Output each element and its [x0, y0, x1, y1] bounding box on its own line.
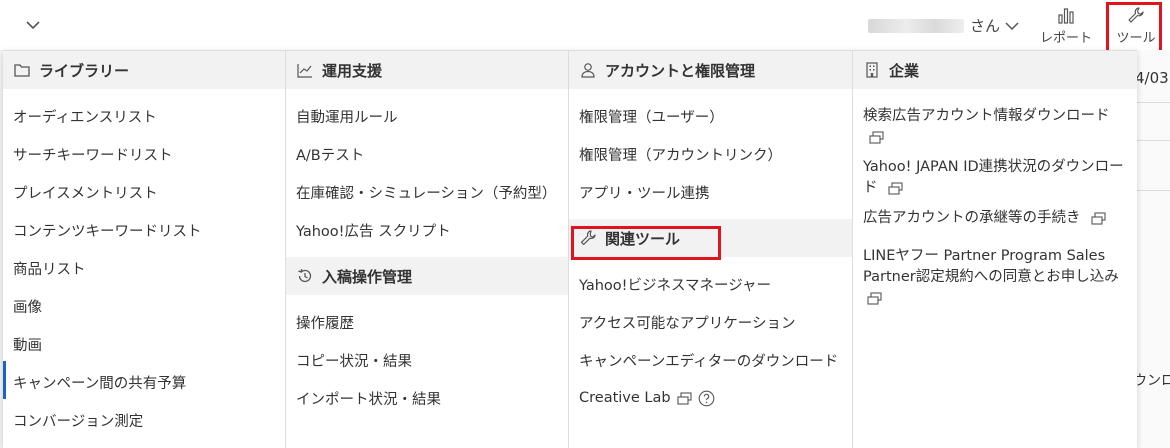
external-link-icon: [1091, 211, 1106, 225]
operations-heading: 運用支援: [286, 51, 568, 89]
menu-item-shared-budget[interactable]: キャンペーン間の共有予算: [3, 363, 285, 401]
external-link-icon: [869, 130, 884, 144]
tools-dropdown-panel: ライブラリー オーディエンスリスト サーチキーワードリスト プレイスメントリスト…: [3, 50, 1137, 448]
account-heading: アカウントと権限管理: [569, 51, 852, 89]
menu-item-accessible-apps[interactable]: アクセス可能なアプリケーション: [569, 303, 852, 341]
external-link-icon: [888, 181, 903, 195]
external-link-icon: [677, 391, 692, 405]
help-icon[interactable]: [698, 390, 715, 407]
background-divider: [1137, 190, 1170, 191]
menu-item-videos[interactable]: 動画: [3, 325, 285, 363]
company-heading: 企業: [853, 51, 1137, 89]
history-icon: [298, 269, 312, 283]
app-tool-integration-highlight: [571, 226, 721, 260]
active-indicator: [3, 361, 6, 399]
menu-item-campaign-editor-download[interactable]: キャンペーンエディターのダウンロード: [569, 341, 852, 379]
menu-item-permission-users[interactable]: 権限管理（ユーザー）: [569, 97, 852, 135]
menu-item-auto-rules[interactable]: 自動運用ルール: [286, 97, 568, 135]
menu-item-content-keyword-list[interactable]: コンテンツキーワードリスト: [3, 211, 285, 249]
report-button[interactable]: レポート: [1034, 4, 1098, 48]
menu-item-account-succession[interactable]: 広告アカウントの承継等の手続き: [853, 208, 1137, 246]
account-heading-label: アカウントと権限管理: [605, 61, 756, 80]
building-icon: [866, 62, 878, 78]
external-link-icon: [867, 291, 882, 305]
menu-item-copy-status[interactable]: コピー状況・結果: [286, 341, 568, 379]
company-column: 企業 検索広告アカウント情報ダウンロード Yahoo! JAPAN ID連携状況…: [853, 51, 1137, 448]
menu-item-images[interactable]: 画像: [3, 287, 285, 325]
menu-item-yahoo-ads-script[interactable]: Yahoo!広告 スクリプト: [286, 211, 568, 249]
menu-item-partner-program[interactable]: LINEヤフー Partner Program Sales Partner認定規…: [853, 246, 1137, 318]
menu-item-audience-list[interactable]: オーディエンスリスト: [3, 97, 285, 135]
top-bar: さん レポート ツール: [0, 0, 1170, 56]
submission-heading: 入稿操作管理: [286, 257, 568, 295]
menu-item-ab-test[interactable]: A/Bテスト: [286, 135, 568, 173]
menu-item-id-link-download[interactable]: Yahoo! JAPAN ID連携状況のダウンロード: [853, 157, 1137, 208]
operations-heading-label: 運用支援: [322, 61, 383, 80]
library-heading: ライブラリー: [3, 51, 285, 89]
submission-heading-label: 入稿操作管理: [322, 267, 413, 286]
background-text: ウンロ: [1133, 373, 1170, 389]
line-chart-icon: [297, 64, 312, 78]
report-label: レポート: [1039, 31, 1092, 46]
menu-item-operation-history[interactable]: 操作履歴: [286, 303, 568, 341]
company-heading-label: 企業: [889, 61, 920, 80]
search-account-download-label: 検索広告アカウント情報ダウンロード: [863, 108, 1110, 124]
background-divider: [1137, 140, 1170, 141]
menu-item-import-status[interactable]: インポート状況・結果: [286, 379, 568, 417]
folder-icon: [14, 64, 30, 77]
library-column: ライブラリー オーディエンスリスト サーチキーワードリスト プレイスメントリスト…: [3, 51, 286, 448]
background-date: 4/03: [1135, 69, 1169, 87]
bar-chart-icon: [1058, 8, 1074, 24]
account-succession-label: 広告アカウントの承継等の手続き: [863, 210, 1081, 226]
operations-column: 運用支援 自動運用ルール A/Bテスト 在庫確認・シミュレーション（予約型） Y…: [286, 51, 569, 448]
menu-item-conversion-measurement[interactable]: コンバージョン測定: [3, 401, 285, 439]
user-name-blurred: [868, 19, 964, 33]
chevron-down-icon[interactable]: [24, 16, 42, 34]
menu-item-app-tool-integration[interactable]: アプリ・ツール連携: [569, 173, 852, 211]
user-icon: [581, 63, 595, 78]
menu-item-business-manager[interactable]: Yahoo!ビジネスマネージャー: [569, 265, 852, 303]
tool-highlight-frame: [1106, 2, 1162, 56]
background-divider: [1137, 102, 1170, 103]
menu-item-creative-lab[interactable]: Creative Lab: [569, 379, 852, 417]
menu-item-product-list[interactable]: 商品リスト: [3, 249, 285, 287]
menu-item-inventory-simulation[interactable]: 在庫確認・シミュレーション（予約型）: [286, 173, 568, 211]
creative-lab-label: Creative Lab: [579, 390, 671, 406]
user-menu-chevron-icon[interactable]: [1004, 18, 1020, 34]
menu-item-search-account-download[interactable]: 検索広告アカウント情報ダウンロード: [853, 97, 1137, 157]
menu-item-search-keyword-list[interactable]: サーチキーワードリスト: [3, 135, 285, 173]
user-suffix[interactable]: さん: [970, 15, 1000, 36]
partner-program-label: LINEヤフー Partner Program Sales Partner認定規…: [863, 248, 1119, 285]
library-heading-label: ライブラリー: [39, 61, 130, 80]
menu-item-permission-account-link[interactable]: 権限管理（アカウントリンク）: [569, 135, 852, 173]
menu-item-placement-list[interactable]: プレイスメントリスト: [3, 173, 285, 211]
background-page: 4/03 ウンロ: [1133, 50, 1170, 448]
